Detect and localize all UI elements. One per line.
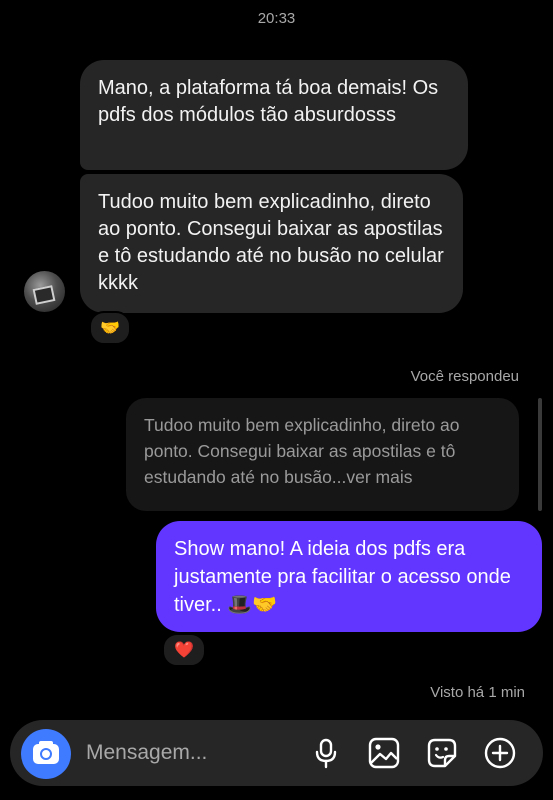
incoming-message[interactable]: Tudoo muito bem explicadinho, direto ao … (80, 174, 463, 313)
message-reaction[interactable]: 🤝 (89, 311, 131, 345)
microphone-icon (315, 738, 337, 769)
replied-label: Você respondeu (410, 368, 519, 385)
quote-scroll-indicator (538, 398, 542, 511)
message-composer (10, 720, 543, 786)
timestamp: 20:33 (257, 10, 296, 27)
gallery-button[interactable] (367, 736, 401, 770)
heart-icon: ❤️ (174, 642, 194, 659)
incoming-message[interactable]: Mano, a plataforma tá boa demais! Os pdf… (80, 60, 468, 170)
outgoing-message[interactable]: Show mano! A ideia dos pdfs era justamen… (156, 521, 542, 632)
quoted-message[interactable]: Tudoo muito bem explicadinho, direto ao … (126, 398, 519, 511)
seen-status: Visto há 1 min (430, 684, 525, 701)
plus-icon (484, 737, 516, 769)
contact-avatar[interactable] (24, 271, 65, 312)
sticker-button[interactable] (425, 736, 459, 770)
message-input[interactable] (86, 740, 286, 766)
sticker-icon (427, 738, 457, 768)
message-reaction[interactable]: ❤️ (162, 633, 206, 667)
microphone-button[interactable] (309, 736, 343, 770)
camera-button[interactable] (21, 729, 71, 779)
add-button[interactable] (483, 736, 517, 770)
gallery-icon (368, 737, 400, 769)
handshake-icon: 🤝 (100, 320, 120, 337)
